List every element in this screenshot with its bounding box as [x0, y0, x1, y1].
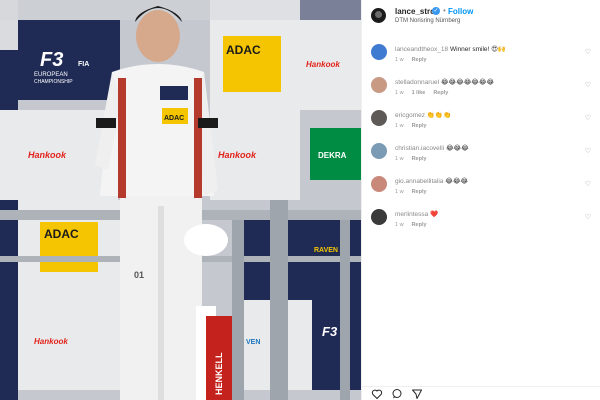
comment-like-icon[interactable]: ♡	[585, 81, 591, 89]
hankook-mid-text: Hankook	[218, 150, 257, 160]
comment-body: 😂😂😂	[445, 145, 469, 152]
podium-photo: F3 FIA EUROPEAN CHAMPIONSHIP ADAC Hankoo…	[0, 0, 361, 400]
heart-icon[interactable]	[371, 388, 383, 400]
comment-item: gio.annabellitalia 😂😂😂 1 w Reply ♡	[362, 168, 600, 201]
comment-body: 😂😂😂	[445, 178, 469, 185]
reply-button[interactable]: Reply	[412, 57, 427, 63]
commenter-avatar[interactable]	[371, 143, 387, 159]
f3-sub-text: EUROPEAN	[34, 72, 68, 78]
reply-button[interactable]: Reply	[412, 156, 427, 162]
comment-meta: 1 w Reply	[395, 57, 427, 63]
comment-body: 😂😂😂😂😂😂😂	[440, 79, 495, 86]
comment-item: ericgomez 👏👏👏 1 w Reply ♡	[362, 102, 600, 135]
author-avatar[interactable]	[371, 8, 386, 23]
comment-username[interactable]: christian.iacovelli	[395, 145, 444, 152]
ravenol-text: RAVEN	[314, 247, 338, 254]
post-actions-bar	[362, 386, 600, 400]
comment-time: 1 w	[395, 222, 404, 228]
comment-text: gio.annabellitalia 😂😂😂	[395, 177, 468, 185]
comment-like-icon[interactable]: ♡	[585, 48, 591, 56]
comment-like-icon[interactable]: ♡	[585, 147, 591, 155]
share-icon[interactable]	[411, 388, 423, 400]
f3-logo-text: F3	[40, 49, 63, 71]
comment-meta: 1 w Reply	[395, 222, 427, 228]
adac-lower-text: ADAC	[44, 227, 79, 241]
commenter-avatar[interactable]	[371, 209, 387, 225]
comment-item: lanceandtheox_18 Winner smile! 😍🙌 1 w Rep…	[362, 36, 600, 69]
comment-time: 1 w	[395, 57, 404, 63]
comment-username[interactable]: merlintessa	[395, 211, 428, 218]
reply-button[interactable]: Reply	[433, 90, 448, 96]
comment-likes[interactable]: 1 like	[412, 90, 426, 96]
comment-like-icon[interactable]: ♡	[585, 180, 591, 188]
f3-bottom-text: F3	[322, 324, 338, 339]
comment-like-icon[interactable]: ♡	[585, 213, 591, 221]
commenter-avatar[interactable]	[371, 77, 387, 93]
cap-in-hand	[184, 224, 228, 256]
comment-icon[interactable]	[391, 388, 403, 400]
comment-username[interactable]: stelladonnaruel	[395, 79, 439, 86]
comment-meta: 1 w 1 like Reply	[395, 90, 448, 96]
comment-body: ❤️	[430, 211, 439, 218]
suit-adac-text: ADAC	[164, 115, 184, 122]
post-side-panel: lance_stroll ✓ • Follow DTM Norisring Nü…	[361, 0, 600, 400]
comment-text: christian.iacovelli 😂😂😂	[395, 144, 469, 152]
comment-like-icon[interactable]: ♡	[585, 114, 591, 122]
post-header: lance_stroll ✓ • Follow DTM Norisring Nü…	[362, 0, 600, 32]
f3-sub2-text: CHAMPIONSHIP	[34, 79, 73, 85]
commenter-avatar[interactable]	[371, 44, 387, 60]
comment-time: 1 w	[395, 156, 404, 162]
comment-meta: 1 w Reply	[395, 123, 427, 129]
reply-button[interactable]: Reply	[412, 189, 427, 195]
f3-fia-text: FIA	[78, 61, 89, 68]
comment-time: 1 w	[395, 123, 404, 129]
comment-item: christian.iacovelli 😂😂😂 1 w Reply ♡	[362, 135, 600, 168]
comment-body: Winner smile! 😍🙌	[449, 46, 506, 53]
comment-username[interactable]: gio.annabellitalia	[395, 178, 443, 185]
comment-item: stelladonnaruel 😂😂😂😂😂😂😂 1 w 1 like Reply ♡	[362, 69, 600, 102]
suit-number-text: 01	[134, 270, 144, 280]
comment-text: lanceandtheox_18 Winner smile! 😍🙌	[395, 45, 506, 53]
reply-button[interactable]: Reply	[412, 222, 427, 228]
comment-username[interactable]: lanceandtheox_18	[395, 46, 448, 53]
comment-time: 1 w	[395, 189, 404, 195]
hankook-bottom-text: Hankook	[34, 337, 68, 346]
hankook-topright-text: Hankook	[306, 60, 340, 69]
post-photo[interactable]: F3 FIA EUROPEAN CHAMPIONSHIP ADAC Hankoo…	[0, 0, 361, 400]
adac-top-text: ADAC	[226, 43, 261, 57]
commenter-avatar[interactable]	[371, 176, 387, 192]
comment-text: merlintessa ❤️	[395, 210, 438, 218]
comment-item: merlintessa ❤️ 1 w Reply ♡	[362, 201, 600, 234]
comment-username[interactable]: ericgomez	[395, 112, 425, 119]
comment-text: stelladonnaruel 😂😂😂😂😂😂😂	[395, 78, 494, 86]
comments-list: lanceandtheox_18 Winner smile! 😍🙌 1 w Rep…	[362, 36, 600, 234]
follow-button[interactable]: Follow	[448, 7, 473, 16]
veni-text: VEN	[246, 339, 260, 346]
dekra-right-text: DEKRA	[318, 151, 347, 160]
commenter-avatar[interactable]	[371, 110, 387, 126]
verified-badge-icon: ✓	[432, 7, 440, 15]
comment-time: 1 w	[395, 90, 404, 96]
post-location[interactable]: DTM Norisring Nürnberg	[395, 18, 460, 24]
comment-body: 👏👏👏	[426, 112, 452, 119]
comment-meta: 1 w Reply	[395, 156, 427, 162]
header-separator: •	[443, 6, 446, 15]
hankook-left-text: Hankook	[28, 150, 67, 160]
comment-meta: 1 w Reply	[395, 189, 427, 195]
comment-text: ericgomez 👏👏👏	[395, 111, 451, 119]
reply-button[interactable]: Reply	[412, 123, 427, 129]
henkell-text: HENKELL	[214, 352, 224, 395]
